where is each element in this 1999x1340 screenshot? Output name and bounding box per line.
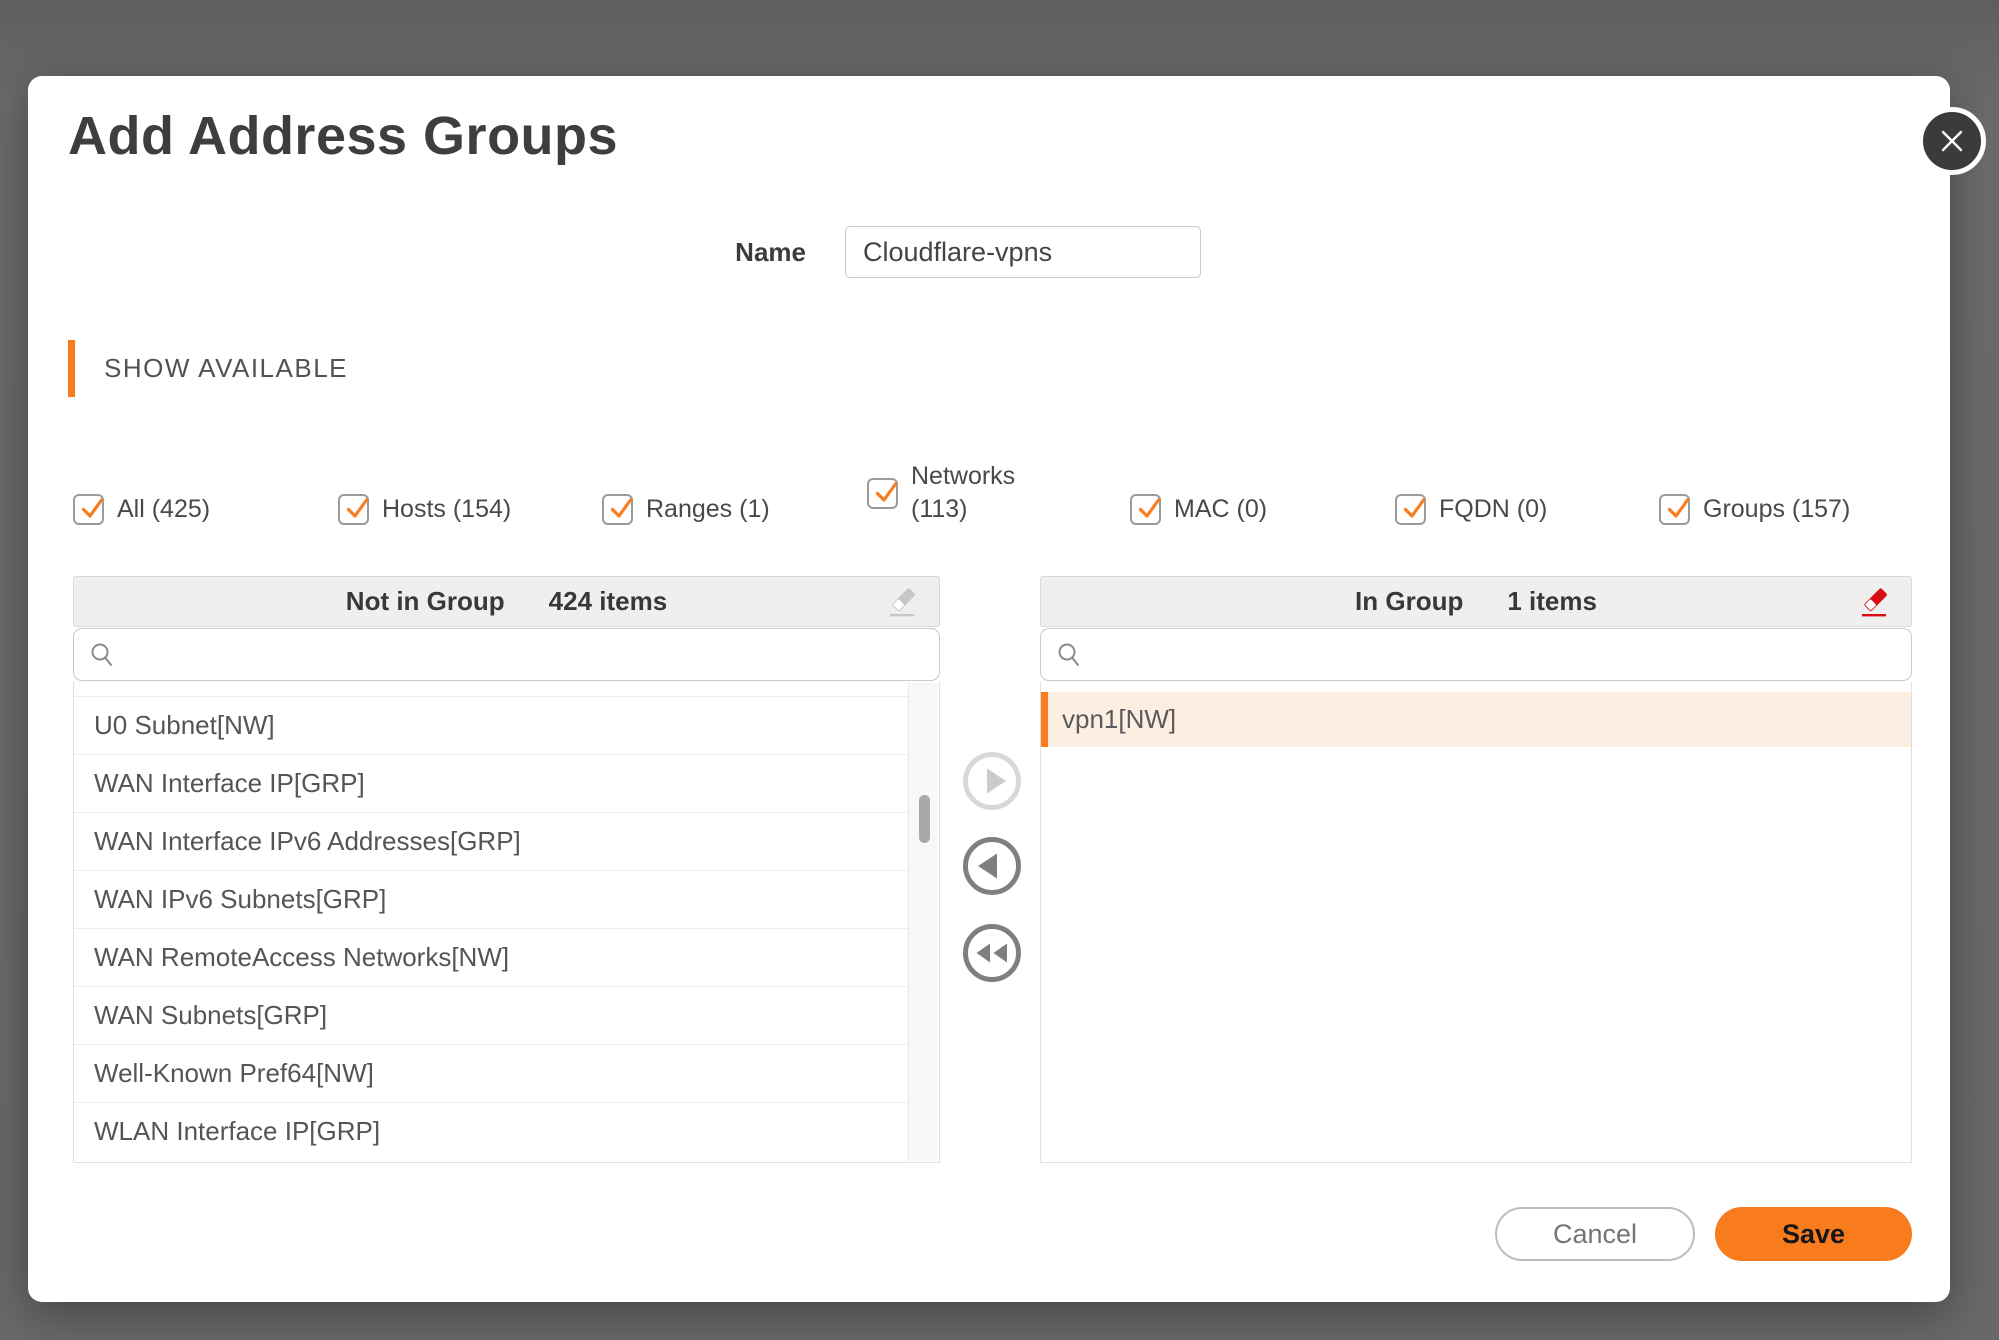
panel-title: Not in Group <box>346 586 505 617</box>
checkbox-checked[interactable] <box>1395 494 1426 525</box>
filter-checkbox-group[interactable]: MAC (0) <box>1130 493 1267 526</box>
close-icon <box>1937 126 1967 156</box>
filter-checkbox-group[interactable]: Networks (113) <box>867 460 1015 526</box>
eraser-icon <box>885 585 921 621</box>
modal-overlay: Add Address Groups Name SHOW AVAILABLE A… <box>0 0 1999 1340</box>
list-item[interactable]: Well-Known Pref64[NW] <box>74 1044 908 1102</box>
panel-item-count: 1 items <box>1507 586 1597 617</box>
filter-label: Groups (157) <box>1703 493 1850 526</box>
checkmark-icon <box>606 493 636 523</box>
in-group-panel: In Group 1 items <box>1040 576 1912 1163</box>
filter-checkbox-group[interactable]: Hosts (154) <box>338 493 511 526</box>
list-item[interactable]: U0 Subnet[NW] <box>74 696 908 754</box>
close-button[interactable] <box>1918 107 1986 175</box>
checkbox-checked[interactable] <box>338 494 369 525</box>
save-button[interactable]: Save <box>1715 1207 1912 1261</box>
not-in-group-search <box>73 628 940 681</box>
filter-checkbox-group[interactable]: All (425) <box>73 493 210 526</box>
checkbox-checked[interactable] <box>73 494 104 525</box>
clear-all-button[interactable] <box>1857 585 1893 621</box>
add-address-groups-dialog: Add Address Groups Name SHOW AVAILABLE A… <box>28 76 1950 1302</box>
move-right-button[interactable] <box>962 751 1022 811</box>
double-arrow-left-icon <box>962 923 1022 983</box>
list-item-selected[interactable]: vpn1[NW] <box>1041 692 1911 747</box>
list-item[interactable]: WAN IPv6 Subnets[GRP] <box>74 870 908 928</box>
checkbox-checked[interactable] <box>867 478 898 509</box>
arrow-right-icon <box>962 751 1022 811</box>
panel-title: In Group <box>1355 586 1463 617</box>
eraser-icon-red <box>1857 585 1893 621</box>
clear-all-button[interactable] <box>885 585 921 621</box>
filter-label: All (425) <box>117 493 210 526</box>
filter-label: Networks (113) <box>911 460 1015 526</box>
arrow-left-icon <box>962 836 1022 896</box>
checkbox-checked[interactable] <box>1659 494 1690 525</box>
scrollbar-thumb[interactable] <box>919 795 930 843</box>
checkmark-icon <box>1663 493 1693 523</box>
dialog-title: Add Address Groups <box>68 104 618 168</box>
filter-checkbox-group[interactable]: Ranges (1) <box>602 493 770 526</box>
search-icon <box>88 641 116 669</box>
move-all-left-button[interactable] <box>962 923 1022 983</box>
in-group-list: vpn1[NW] <box>1040 682 1912 1163</box>
panel-item-count: 424 items <box>549 586 668 617</box>
scrollbar-track[interactable] <box>909 683 938 1161</box>
search-icon <box>1055 641 1083 669</box>
filter-checkbox-group[interactable]: Groups (157) <box>1659 493 1850 526</box>
name-input[interactable] <box>845 226 1201 278</box>
section-accent-bar <box>68 340 75 397</box>
not-in-group-header: Not in Group 424 items <box>73 576 940 627</box>
name-label: Name <box>608 226 806 278</box>
section-title: SHOW AVAILABLE <box>104 340 348 397</box>
search-input[interactable] <box>1095 629 1897 680</box>
checkmark-icon <box>1399 493 1429 523</box>
filter-label: Hosts (154) <box>382 493 511 526</box>
checkbox-checked[interactable] <box>602 494 633 525</box>
in-group-search <box>1040 628 1912 681</box>
checkmark-icon <box>77 493 107 523</box>
in-group-header: In Group 1 items <box>1040 576 1912 627</box>
list-item[interactable]: WAN Subnets[GRP] <box>74 986 908 1044</box>
filter-label: MAC (0) <box>1174 493 1267 526</box>
filter-checkbox-group[interactable]: FQDN (0) <box>1395 493 1547 526</box>
checkmark-icon <box>342 493 372 523</box>
filter-label: Ranges (1) <box>646 493 770 526</box>
search-input[interactable] <box>128 629 925 680</box>
not-in-group-panel: Not in Group 424 items <box>73 576 940 1163</box>
list-item[interactable]: WLAN Interface IP[GRP] <box>74 1102 908 1160</box>
cancel-button[interactable]: Cancel <box>1495 1207 1695 1261</box>
filter-label: FQDN (0) <box>1439 493 1547 526</box>
list-item[interactable]: WAN RemoteAccess Networks[NW] <box>74 928 908 986</box>
list-item[interactable]: WAN Interface IP[GRP] <box>74 754 908 812</box>
list-item[interactable]: WAN Interface IPv6 Addresses[GRP] <box>74 812 908 870</box>
filter-checkbox-row: All (425) Hosts (154) Ranges (1) Networks (… <box>28 454 1950 526</box>
not-in-group-list: U0 Subnet[NW]WAN Interface IP[GRP]WAN In… <box>73 682 940 1163</box>
checkmark-icon <box>1134 493 1164 523</box>
checkbox-checked[interactable] <box>1130 494 1161 525</box>
move-left-button[interactable] <box>962 836 1022 896</box>
transfer-controls <box>962 751 1022 983</box>
checkmark-icon <box>871 477 901 507</box>
